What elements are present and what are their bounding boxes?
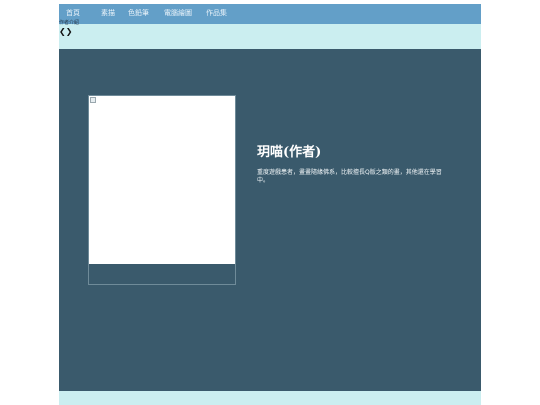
carousel-controls: ❮❯ bbox=[59, 27, 72, 36]
broken-image-icon bbox=[90, 97, 96, 103]
nav-item-digital-art[interactable]: 電腦繪圖 bbox=[164, 9, 192, 18]
author-name: 玥喵(作者) bbox=[257, 145, 322, 160]
nav-item-sketch[interactable]: 素描 bbox=[101, 9, 115, 18]
chevron-left-icon[interactable]: ❮ bbox=[59, 27, 66, 36]
nav-item-home[interactable]: 首頁 bbox=[66, 9, 80, 18]
author-section: 玥喵(作者) 重度遊戲患者，畫畫隨緣佛系，比較擅長Q版之類的畫，其他還在學習中。 bbox=[59, 49, 481, 391]
nav-item-colored-pencil[interactable]: 色鉛筆 bbox=[128, 9, 149, 18]
author-image bbox=[89, 96, 235, 264]
author-info: 玥喵(作者) 重度遊戲患者，畫畫隨緣佛系，比較擅長Q版之類的畫，其他還在學習中。 bbox=[257, 145, 452, 185]
chevron-right-icon[interactable]: ❯ bbox=[66, 27, 73, 36]
author-card bbox=[88, 95, 236, 285]
top-navbar: 首頁 素描 色鉛筆 電腦繪圖 作品集 bbox=[59, 4, 481, 24]
nav-item-portfolio[interactable]: 作品集 bbox=[206, 9, 227, 18]
breadcrumb: 作者介紹 bbox=[59, 20, 80, 26]
page: 首頁 素描 色鉛筆 電腦繪圖 作品集 作者介紹 ❮❯ 玥喵(作者) 重度遊戲患者… bbox=[59, 4, 481, 405]
author-description: 重度遊戲患者，畫畫隨緣佛系，比較擅長Q版之類的畫，其他還在學習中。 bbox=[257, 169, 442, 184]
